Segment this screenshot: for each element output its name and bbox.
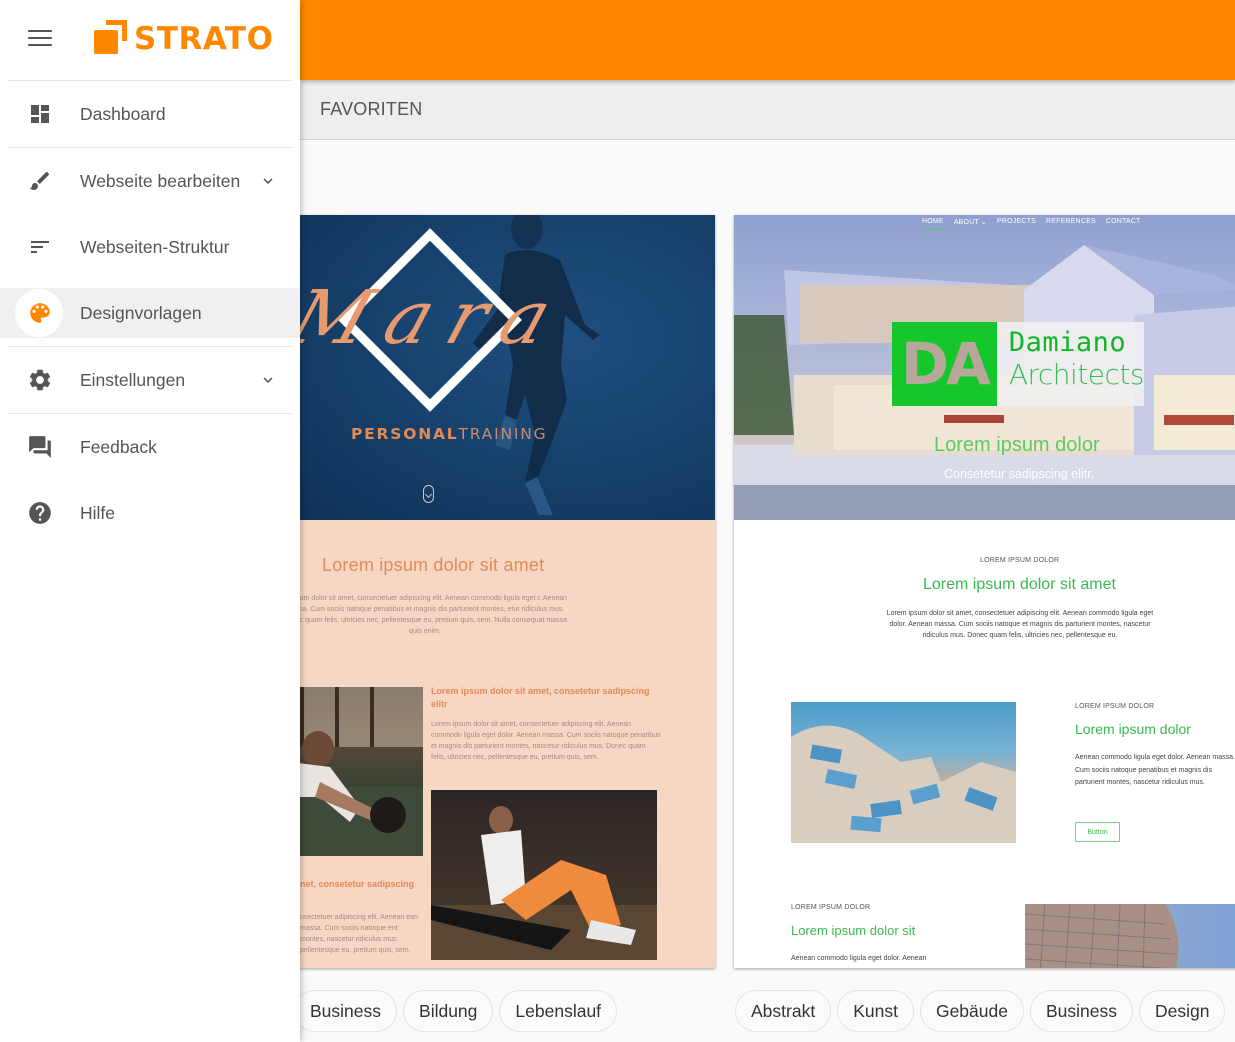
sidebar-item-dashboard[interactable]: Dashboard [0,81,300,147]
tag-chip[interactable]: Design [1138,990,1226,1032]
tag-chip[interactable]: Abstrakt [735,990,832,1032]
template-tags-mara: Business Bildung Lebenslauf [300,990,618,1032]
sidebar-item-feedback[interactable]: Feedback [0,414,300,480]
sidebar-item-webseite-bearbeiten[interactable]: Webseite bearbeiten [0,148,300,214]
logo-line-1: Damiano [1008,327,1127,358]
help-circle-icon [27,500,53,526]
tag-chip[interactable]: Business [1029,990,1133,1032]
subtitle-bold: PERSONAL [351,425,459,443]
chevron-down-icon[interactable] [259,371,277,389]
sidebar-item-label: Hilfe [80,502,116,523]
template-nav: HOME ABOUT ⌄ PROJECTS REFERENCES CONTACT [922,218,1141,230]
sidebar: STRATO Dashboard Webseite bearbeiten Web [0,0,300,1042]
logo-initials: DA [892,322,997,406]
tag-chip[interactable]: Gebäude [919,990,1024,1032]
template-block2-paragraph: nsectetuer adipiscing elit. Aenean ean m… [300,914,418,954]
sidebar-item-hilfe[interactable]: Hilfe [0,480,300,546]
template-block-heading: Lorem ipsum dolor sit amet, consetetur s… [431,686,650,709]
template-script-title: Mara [300,275,580,361]
sidebar-item-label: Einstellungen [80,369,186,390]
section-title: FAVORITEN [320,99,423,119]
athlete-silhouette-image [473,215,600,515]
sidebar-item-label: Designvorlagen [80,302,202,323]
section-paragraph: Aenean commodo ligula eget dolor. Aenean [791,955,927,962]
fitness-photo-situps [431,790,657,960]
chat-bubbles-icon [27,434,53,460]
strato-logo-text: STRATO [134,21,274,57]
sort-lines-icon [27,234,53,260]
template-block-paragraph: Lorem ipsum dolor sit amet, consectetuer… [431,721,661,761]
template-nav-item: ABOUT ⌄ [953,219,988,226]
tag-chip[interactable]: Business [300,990,398,1032]
hero-subtitle: Consetetur sadipscing elitr. [944,467,1095,481]
template-nav-item: CONTACT [1105,218,1141,225]
chevron-down-icon[interactable] [259,172,277,190]
tag-chip[interactable]: Bildung [403,990,494,1032]
template-paragraph: m ipsum dolor sit amet, consectetuer adi… [300,595,568,635]
dome-building-image [1025,904,1235,968]
section-paragraph: Aenean commodo ligula eget dolor. Aenean… [1075,754,1235,786]
kicker: LOREM IPSUM DOLOR [980,557,1060,564]
template-card-mara[interactable]: Mara PERSONALTRAINING Lorem ipsum dolor … [300,215,715,968]
template-gallery: Mara PERSONALTRAINING Lorem ipsum dolor … [300,140,1235,1042]
template-tags-damiano: Abstrakt Kunst Gebäude Business Design [735,990,1226,1032]
template-subtitle: PERSONALTRAINING [351,425,547,443]
tag-chip[interactable]: Kunst [837,990,914,1032]
template-preview-hero: HOME ABOUT ⌄ PROJECTS REFERENCES CONTACT… [734,215,1235,520]
template-nav-item: REFERENCES [1045,218,1096,225]
sidebar-header: STRATO [0,0,300,80]
kicker: LOREM IPSUM DOLOR [791,904,871,911]
logo-name: Damiano Architects [996,322,1145,406]
template-card-damiano[interactable]: HOME ABOUT ⌄ PROJECTS REFERENCES CONTACT… [734,215,1235,968]
sidebar-item-label: Dashboard [80,103,166,124]
template-nav-item: HOME [922,218,944,230]
sidebar-item-label: Feedback [80,436,157,457]
template-nav-item: PROJECTS [997,218,1036,225]
fitness-photo-roller [300,687,423,856]
strato-logo[interactable]: STRATO [92,20,273,56]
sidebar-item-designvorlagen[interactable]: Designvorlagen [0,288,300,338]
section-heading: Lorem ipsum dolor [1075,721,1191,737]
section-header: FAVORITEN [300,80,1235,140]
section-paragraph: Lorem ipsum dolor sit amet, consectetuer… [886,610,1154,639]
brush-icon [27,168,53,194]
palette-icon [27,300,53,326]
template-preview-hero: Mara PERSONALTRAINING [300,215,715,520]
scroll-down-icon [423,485,434,503]
template-heading: Lorem ipsum dolor sit amet [322,555,545,575]
kicker: LOREM IPSUM DOLOR [1075,703,1155,710]
section-heading: Lorem ipsum dolor sit amet [923,576,1116,593]
template-demo-button: Button [1075,822,1120,842]
hero-title: Lorem ipsum dolor [934,434,1100,456]
hamburger-menu-icon[interactable] [28,30,52,48]
logo-line-2: Architects [1008,358,1145,391]
template-block2-heading: net, consetetur sadipscing [300,879,415,889]
app-root: STRATO Dashboard Webseite bearbeiten Web [0,0,1235,1042]
sidebar-item-webseiten-struktur[interactable]: Webseiten-Struktur [0,214,300,280]
strato-logo-mark-icon [92,20,128,56]
damiano-logo: DA Damiano Architects [892,322,1145,406]
top-app-bar [300,0,1235,80]
section-heading: Lorem ipsum dolor sit [791,923,916,938]
sidebar-item-label: Webseiten-Struktur [80,236,230,257]
sidebar-item-einstellungen[interactable]: Einstellungen [0,347,300,413]
tag-chip[interactable]: Lebenslauf [499,990,618,1032]
gear-icon [27,367,53,393]
organic-building-image [791,702,1016,843]
sidebar-item-label: Webseite bearbeiten [80,170,241,191]
dashboard-icon [27,101,53,127]
subtitle-light: TRAINING [458,425,548,443]
